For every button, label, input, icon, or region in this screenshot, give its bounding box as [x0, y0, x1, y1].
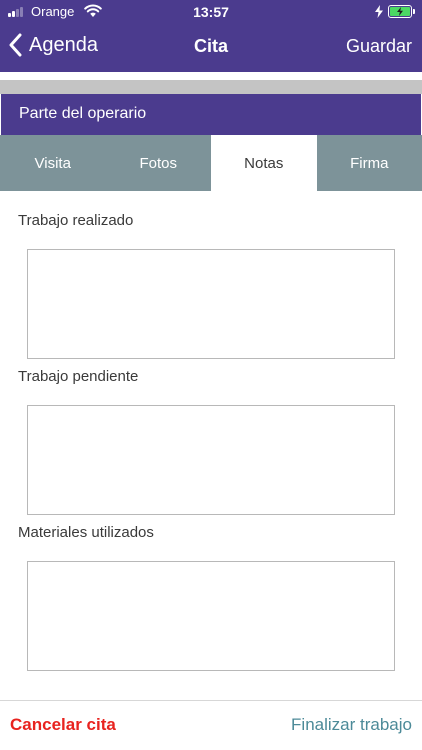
section-header: Parte del operario: [1, 94, 421, 135]
footer-bar: Cancelar cita Finalizar trabajo: [0, 700, 422, 750]
status-bar: Orange 13:57: [0, 0, 422, 24]
trabajo-realizado-label: Trabajo realizado: [18, 212, 134, 229]
tab-visita[interactable]: Visita: [0, 135, 106, 191]
tab-firma[interactable]: Firma: [317, 135, 422, 191]
divider-strip: [0, 80, 422, 94]
tab-bar: Visita Fotos Notas Firma: [0, 135, 422, 191]
trabajo-realizado-input[interactable]: [27, 249, 395, 359]
battery-tip: [413, 9, 415, 14]
materiales-utilizados-label: Materiales utilizados: [18, 524, 154, 541]
cancel-appointment-button[interactable]: Cancelar cita: [10, 715, 116, 735]
materiales-utilizados-input[interactable]: [27, 561, 395, 671]
save-button[interactable]: Guardar: [346, 36, 412, 57]
battery-icon: [388, 5, 412, 18]
trabajo-pendiente-input[interactable]: [27, 405, 395, 515]
status-time: 13:57: [193, 4, 229, 20]
tab-notas[interactable]: Notas: [211, 135, 317, 191]
navigation-bar: Orange 13:57 Agenda Cita Guardar: [0, 0, 422, 72]
charging-icon: [375, 5, 383, 18]
tab-fotos[interactable]: Fotos: [106, 135, 212, 191]
finish-work-button[interactable]: Finalizar trabajo: [291, 715, 412, 735]
trabajo-pendiente-label: Trabajo pendiente: [18, 368, 139, 385]
